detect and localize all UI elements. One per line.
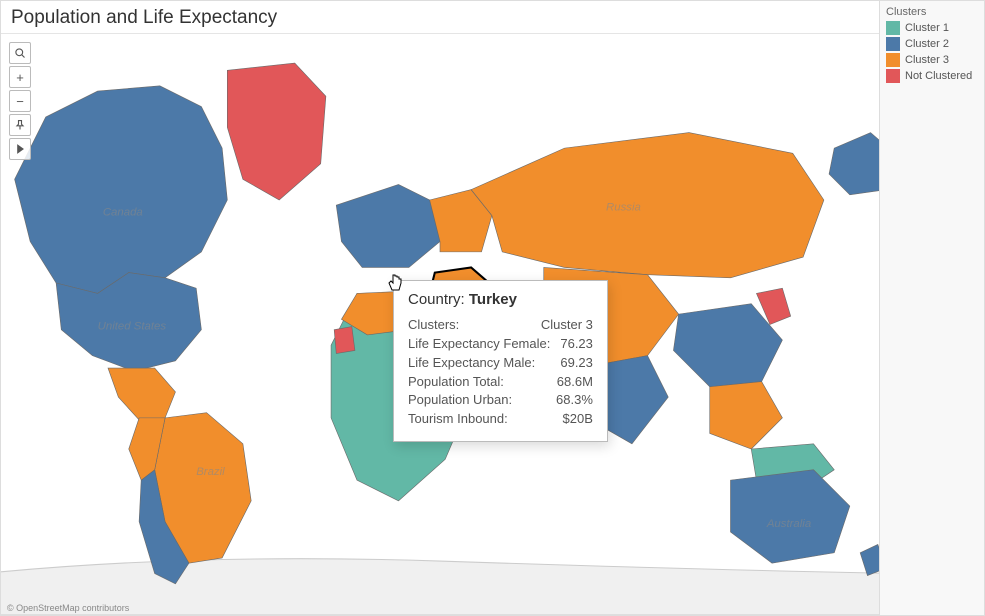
region-australia[interactable] xyxy=(731,470,850,563)
legend-item[interactable]: Not Clustered xyxy=(886,69,978,83)
panel-title: Population and Life Expectancy xyxy=(1,1,879,34)
tooltip-row-label: Life Expectancy Male: xyxy=(408,354,535,373)
legend-item[interactable]: Cluster 2 xyxy=(886,37,978,51)
map-toolbar: + − xyxy=(9,42,31,162)
region-mauritania[interactable] xyxy=(334,327,355,354)
legend-label: Not Clustered xyxy=(905,70,972,82)
pin-button[interactable] xyxy=(9,114,31,136)
region-nz[interactable] xyxy=(860,544,879,575)
tooltip-row-value: $20B xyxy=(563,410,593,429)
tooltip-row-label: Tourism Inbound: xyxy=(408,410,508,429)
legend-swatch xyxy=(886,69,900,83)
legend-item[interactable]: Cluster 3 xyxy=(886,53,978,67)
map-panel: Population and Life Expectancy + − xyxy=(0,0,880,616)
zoom-in-button[interactable]: + xyxy=(9,66,31,88)
tooltip-field-label: Country: xyxy=(408,291,465,308)
tooltip-row-value: Cluster 3 xyxy=(541,316,593,335)
tooltip-row-label: Life Expectancy Female: xyxy=(408,335,550,354)
legend-label: Cluster 3 xyxy=(905,54,949,66)
region-canada[interactable] xyxy=(15,86,228,294)
region-mexico[interactable] xyxy=(108,368,175,420)
region-alaska[interactable] xyxy=(829,133,879,195)
legend-label: Cluster 2 xyxy=(905,38,949,50)
region-seasia[interactable] xyxy=(710,382,783,449)
region-russia[interactable] xyxy=(471,133,824,278)
play-button[interactable] xyxy=(9,138,31,160)
map-area[interactable]: + − xyxy=(1,34,879,615)
tooltip-row: Population Total: 68.6M xyxy=(408,373,593,392)
tooltip-row-value: 76.23 xyxy=(560,335,593,354)
search-icon xyxy=(14,47,26,59)
tooltip-row-value: 69.23 xyxy=(560,354,593,373)
pin-icon xyxy=(14,119,26,131)
tooltip-row: Life Expectancy Male: 69.23 xyxy=(408,354,593,373)
region-greenland[interactable] xyxy=(227,63,326,200)
search-button[interactable] xyxy=(9,42,31,64)
tooltip: Country: Turkey Clusters:Cluster 3Life E… xyxy=(393,280,608,442)
map-attribution: © OpenStreetMap contributors xyxy=(7,603,129,613)
tooltip-country: Turkey xyxy=(469,291,517,308)
tooltip-row-label: Clusters: xyxy=(408,316,459,335)
tooltip-row-value: 68.6M xyxy=(557,373,593,392)
play-icon xyxy=(14,143,26,155)
legend-title: Clusters xyxy=(886,6,978,18)
region-antarctica xyxy=(1,559,879,615)
legend-item[interactable]: Cluster 1 xyxy=(886,21,978,35)
legend-label: Cluster 1 xyxy=(905,22,949,34)
legend-swatch xyxy=(886,21,900,35)
tooltip-row: Tourism Inbound: $20B xyxy=(408,410,593,429)
region-west-europe[interactable] xyxy=(336,184,440,267)
zoom-out-button[interactable]: − xyxy=(9,90,31,112)
tooltip-row-value: 68.3% xyxy=(556,391,593,410)
tooltip-row: Clusters: Cluster 3 xyxy=(408,316,593,335)
tooltip-row: Life Expectancy Female: 76.23 xyxy=(408,335,593,354)
tooltip-row-label: Population Urban: xyxy=(408,391,512,410)
legend-panel: Clusters Cluster 1 Cluster 2 Cluster 3 Not … xyxy=(880,0,985,616)
legend-swatch xyxy=(886,53,900,67)
tooltip-row-label: Population Total: xyxy=(408,373,504,392)
legend-swatch xyxy=(886,37,900,51)
tooltip-row: Population Urban: 68.3% xyxy=(408,391,593,410)
tooltip-title: Country: Turkey xyxy=(408,291,593,308)
